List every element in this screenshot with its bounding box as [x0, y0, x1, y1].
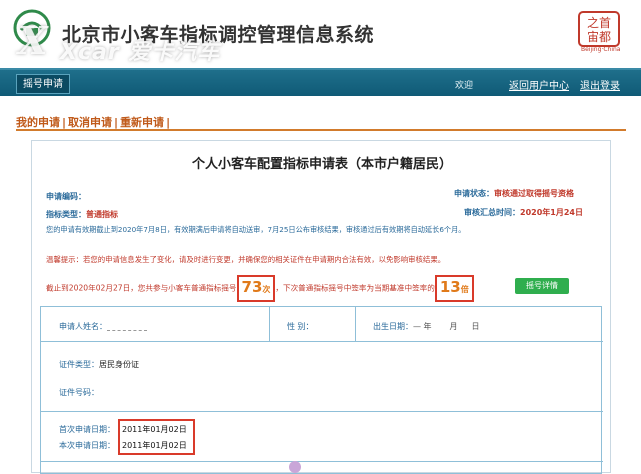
gender-label: 性 别： [287, 322, 314, 331]
lottery-count-box: 73次 [236, 275, 276, 302]
first-date-value: 2011年01月02日 [122, 425, 187, 434]
page-header: X 北京市小客车指标调控管理信息系统 Xcar 爱卡汽车 之首 宙都 Beiji… [0, 0, 641, 68]
scroll-indicator[interactable] [289, 461, 301, 473]
tab-separator: | [62, 116, 67, 129]
table-row-divider [41, 411, 603, 412]
this-date-value: 2011年01月02日 [122, 441, 187, 450]
validity-text: 您的申请有效期截止到2020年7月8日，有效期满后申请将自动送审，7月25日公布… [46, 225, 466, 234]
top-nav-bar: 摇号申请 欢迎 返回用户中心 退出登录 [0, 68, 641, 96]
reminder-text: 温馨提示：若您的申请信息发生了变化，请及时进行变更，并确保您的相关证件在申请期内… [46, 255, 446, 264]
form-title: 个人小客车配置指标申请表（本市户籍居民） [191, 157, 452, 172]
tab-separator: | [166, 116, 171, 129]
tab-my-application[interactable]: 我的申请 [16, 116, 60, 129]
name-cell: 申请人姓名： [59, 321, 147, 332]
this-date-label: 本次申请日期： [59, 441, 115, 450]
applicant-info-table: 申请人姓名： 性 别： 出生日期：— 年月日 证件类型：居民身份证 证件号码： … [40, 306, 603, 474]
multiplier-box: 13倍 [434, 275, 474, 302]
tab-cancel-application[interactable]: 取消申请 [68, 116, 112, 129]
quota-type-value: 普通指标 [86, 210, 118, 219]
lottery-prefix: 截止到2020年02月27日，您共参与小客车普通指标摇号 [46, 283, 237, 293]
review-time-label: 审核汇总时间： [464, 208, 520, 217]
tab-separator: | [114, 116, 119, 129]
date-highlight-box: 2011年01月02日 2011年01月02日 [118, 419, 195, 455]
quota-type-row: 指标类型：普通指标 [46, 209, 118, 220]
birth-label: 出生日期： [373, 322, 413, 331]
lottery-count-row: 截止到2020年02月27日，您共参与小客车普通指标摇号 73次 ，下次普通指标摇号… [46, 275, 474, 302]
table-divider [355, 307, 356, 341]
multiplier-prefix: ，下次普通指标摇号中签率为当期基准中签率的 [275, 283, 435, 293]
quota-type-label: 指标类型： [46, 210, 86, 219]
id-type-cell: 证件类型：居民身份证 [59, 359, 139, 370]
application-code-row: 申请编码： [46, 191, 86, 202]
birth-day-unit: 日 [471, 322, 480, 331]
logout-link[interactable]: 退出登录 [580, 77, 620, 92]
return-user-center-link[interactable]: 返回用户中心 [509, 77, 569, 92]
multiplier-unit: 倍 [460, 285, 469, 294]
application-tabs: 我的申请 | 取消申请 | 重新申请 | [16, 111, 626, 131]
table-row-divider [41, 341, 603, 342]
review-time-value: 2020年1月24日 [520, 208, 583, 217]
seal-caption: Beijing·China [581, 46, 621, 53]
watermark-x-icon: X [18, 18, 48, 63]
name-label: 申请人姓名： [59, 322, 107, 331]
multiplier-value: 13 [439, 278, 461, 296]
status-label: 申请状态： [454, 189, 494, 198]
application-panel: 个人小客车配置指标申请表（本市户籍居民） 申请编码： 申请状态：审核通过取得摇号… [31, 140, 611, 474]
table-row-divider [41, 461, 603, 462]
first-date-label: 首次申请日期： [59, 425, 115, 434]
name-value-redacted [107, 323, 147, 331]
birth-year-unit: 年 [423, 322, 432, 331]
application-code-label: 申请编码： [46, 192, 86, 201]
lottery-count: 73 [241, 278, 263, 296]
id-type-value: 居民身份证 [99, 360, 139, 369]
id-type-label: 证件类型： [59, 360, 99, 369]
birth-month-unit: 月 [449, 322, 458, 331]
birth-cell: 出生日期：— 年月日 [373, 322, 480, 331]
welcome-text: 欢迎 [455, 81, 474, 91]
tab-lottery-application[interactable]: 摇号申请 [16, 74, 70, 94]
id-number-label: 证件号码： [59, 388, 99, 397]
gender-cell: 性 别： [287, 321, 314, 332]
watermark-text: Xcar 爱卡汽车 [60, 40, 221, 65]
svg-text:宙都: 宙都 [587, 29, 611, 44]
status-value: 审核通过取得摇号资格 [494, 189, 574, 198]
svg-text:之首: 之首 [587, 16, 611, 30]
table-divider [269, 307, 270, 341]
lottery-unit: 次 [262, 285, 271, 294]
status-row: 申请状态：审核通过取得摇号资格 [454, 188, 574, 199]
review-time-row: 审核汇总时间：2020年1月24日 [464, 207, 583, 218]
id-number-cell: 证件号码： [59, 387, 99, 398]
lottery-detail-button[interactable]: 摇号详情 [515, 278, 569, 294]
tab-reapply[interactable]: 重新申请 [120, 116, 164, 129]
